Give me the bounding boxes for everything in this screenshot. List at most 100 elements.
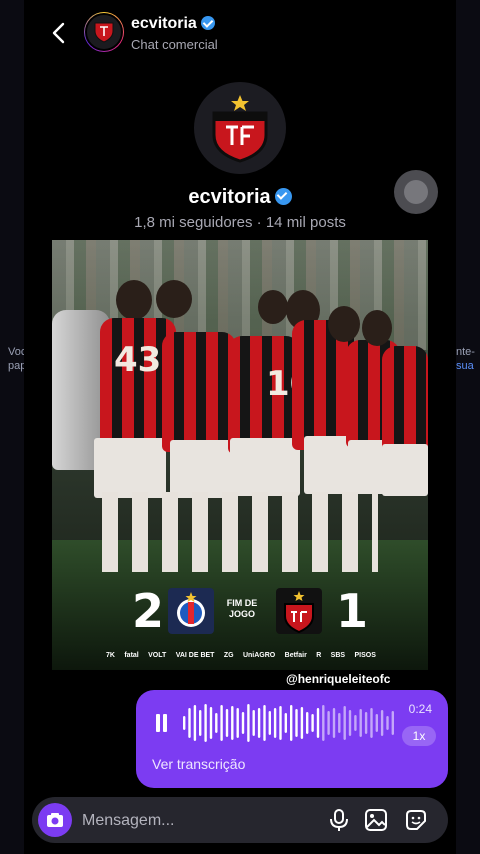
floating-assistive-button[interactable] xyxy=(394,170,438,214)
sponsor: VAI DE BET xyxy=(175,652,215,659)
player-shorts xyxy=(170,440,232,498)
message-composer xyxy=(32,797,448,843)
waveform-bar xyxy=(236,708,239,738)
waveform-bar xyxy=(370,708,373,738)
player xyxy=(382,346,428,456)
sponsor: SBS xyxy=(330,652,346,659)
sponsor: Betfair xyxy=(284,652,307,659)
back-arrow-icon[interactable] xyxy=(46,20,72,46)
profile-name: ecvitoria xyxy=(188,186,271,208)
gallery-icon[interactable] xyxy=(363,807,389,833)
away-team-crest xyxy=(276,588,322,634)
home-team-crest xyxy=(168,588,214,634)
player-head xyxy=(362,310,392,346)
waveform-bar xyxy=(316,708,320,738)
shared-post-image[interactable]: 43 10 2 FIM DE JOGO 1 7K fatal VOLT VAI … xyxy=(52,240,428,670)
sticker-icon[interactable] xyxy=(403,807,429,833)
waveform-bar xyxy=(220,705,223,741)
waveform-bar xyxy=(290,705,293,741)
message-input[interactable] xyxy=(80,809,304,833)
player-shorts xyxy=(94,438,166,498)
header-username-row[interactable]: ecvitoria xyxy=(131,15,215,33)
sponsor: ZG xyxy=(223,652,234,659)
camera-button[interactable] xyxy=(38,803,72,837)
player-head xyxy=(328,306,360,342)
voice-message-bubble[interactable]: 0:24 1x Ver transcrição xyxy=(136,690,448,788)
waveform-bar xyxy=(354,715,357,731)
waveform-bar xyxy=(231,706,234,740)
audio-waveform[interactable] xyxy=(182,702,396,744)
verified-icon xyxy=(274,188,292,205)
waveform-bar xyxy=(247,704,250,742)
waveform-bar xyxy=(215,713,218,733)
waveform-bar xyxy=(257,708,261,738)
bahia-crest-icon xyxy=(177,592,205,627)
header-avatar[interactable] xyxy=(84,12,124,52)
match-status-line1: FIM DE xyxy=(226,598,258,608)
pause-icon[interactable] xyxy=(154,714,168,732)
home-score: 2 xyxy=(132,584,165,638)
player-head xyxy=(156,280,192,318)
away-score: 1 xyxy=(336,584,369,638)
waveform-bar xyxy=(300,707,304,739)
waveform-bar xyxy=(193,705,197,741)
sponsor-strip: 7K fatal VOLT VAI DE BET ZG UniAGRO Betf… xyxy=(106,652,376,659)
player-socks xyxy=(102,492,378,572)
waveform-bar xyxy=(273,708,277,738)
final-score: 2 FIM DE JOGO 1 xyxy=(52,580,428,640)
microphone-icon[interactable] xyxy=(326,807,352,833)
waveform-bar xyxy=(199,710,202,736)
waveform-bar xyxy=(359,709,362,737)
waveform-bar xyxy=(306,712,309,734)
ghost-text-right-2: sua xyxy=(456,360,474,372)
waveform-bar xyxy=(225,709,229,737)
background-edge-right: nte- sua xyxy=(456,0,480,854)
club-crest-icon xyxy=(284,591,314,634)
waveform-bar xyxy=(204,704,207,742)
player-shorts xyxy=(382,444,428,496)
view-transcription-link[interactable]: Ver transcrição xyxy=(152,756,245,772)
jersey-number: 43 xyxy=(114,340,162,380)
waveform-bar xyxy=(348,710,352,736)
player-head xyxy=(258,290,288,324)
waveform-bar xyxy=(343,706,346,740)
waveform-bar xyxy=(338,713,341,733)
match-status: FIM DE JOGO xyxy=(224,598,260,620)
waveform-bar xyxy=(268,711,271,735)
sponsor: UniAGRO xyxy=(242,652,276,659)
sponsor: PISOS xyxy=(354,652,376,659)
waveform-bar xyxy=(386,716,389,730)
club-crest-icon xyxy=(212,95,268,163)
sponsor: VOLT xyxy=(148,652,167,659)
camera-icon xyxy=(47,813,63,827)
waveform-bar xyxy=(188,708,191,738)
waveform-bar xyxy=(252,710,255,736)
club-crest-icon xyxy=(94,22,114,43)
waveform-bar xyxy=(263,705,266,741)
waveform-bar xyxy=(332,708,336,738)
profile-stats: 1,8 mi seguidores · 14 mil posts xyxy=(134,214,346,231)
playback-speed-button[interactable]: 1x xyxy=(402,726,436,746)
waveform-bar xyxy=(322,705,325,741)
profile-picture[interactable] xyxy=(194,82,286,174)
creator-watermark: @henriqueleiteofc xyxy=(286,672,391,686)
player-head xyxy=(116,280,152,320)
waveform-bar xyxy=(295,709,298,737)
voice-duration: 0:24 xyxy=(408,702,432,716)
waveform-bar xyxy=(380,710,384,736)
waveform-bar xyxy=(311,714,314,732)
sponsor: R xyxy=(316,652,322,659)
header-subtitle: Chat comercial xyxy=(131,37,218,52)
waveform-bar xyxy=(279,706,282,740)
waveform-bar xyxy=(375,714,378,732)
sponsor: fatal xyxy=(124,652,139,659)
background-edge-left: Voc pap xyxy=(0,0,26,854)
waveform-bar xyxy=(284,713,287,733)
waveform-bar xyxy=(327,711,330,735)
waveform-bar xyxy=(364,712,368,734)
match-status-line2: JOGO xyxy=(228,609,255,619)
waveform-bar xyxy=(183,716,186,730)
waveform-bar xyxy=(391,711,394,735)
waveform-bar xyxy=(241,712,245,734)
verified-icon xyxy=(200,16,215,30)
